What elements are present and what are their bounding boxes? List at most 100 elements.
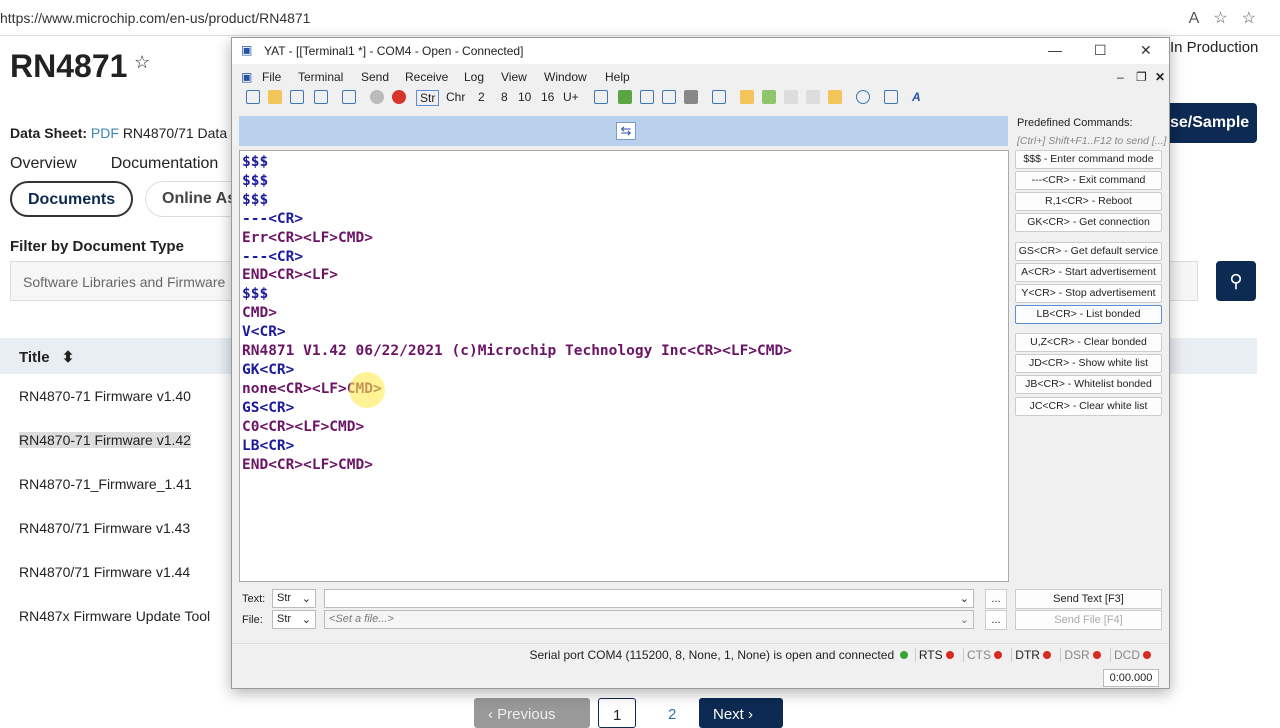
predefined-command-button[interactable]: GK<CR> - Get connection: [1015, 213, 1162, 232]
file-input[interactable]: <Set a file...> ⌄: [324, 610, 974, 629]
pill-documents[interactable]: Documents: [10, 181, 134, 217]
rts-signal[interactable]: RTS: [914, 648, 960, 662]
search-button[interactable]: ⚲: [1216, 261, 1256, 301]
open-port-icon[interactable]: [370, 90, 384, 104]
terminal-line: ---<CR>: [242, 210, 304, 227]
log-folder-icon[interactable]: [828, 90, 842, 104]
table-row[interactable]: RN4870-71 Firmware v1.42: [19, 432, 191, 448]
menu-receive[interactable]: Receive: [405, 70, 448, 84]
swap-icon[interactable]: ⇆: [616, 122, 636, 140]
predefined-command-button[interactable]: Y<CR> - Stop advertisement: [1015, 284, 1162, 303]
terminal-line: $$$: [242, 154, 269, 170]
previous-button[interactable]: ‹ Previous: [474, 698, 590, 728]
favorite-icon[interactable]: ☆: [1213, 10, 1241, 27]
view-icon[interactable]: [594, 90, 608, 104]
radix-unicode[interactable]: U+: [563, 90, 579, 104]
favorites-icon[interactable]: ☆: [1242, 10, 1270, 27]
child-minimize-icon[interactable]: –: [1117, 70, 1124, 84]
menu-view[interactable]: View: [501, 70, 527, 84]
predefined-command-button[interactable]: GS<CR> - Get default service: [1015, 242, 1162, 261]
table-row[interactable]: RN4870/71 Firmware v1.43: [19, 520, 190, 536]
predefined-command-button[interactable]: JC<CR> - Clear white list: [1015, 397, 1162, 416]
radix-8[interactable]: 8: [501, 90, 508, 104]
close-icon[interactable]: ✕: [1140, 42, 1152, 59]
next-button[interactable]: Next ›: [699, 698, 783, 728]
page-1-button[interactable]: 1: [598, 698, 637, 728]
font-icon[interactable]: A: [912, 90, 921, 104]
predefined-command-button[interactable]: U,Z<CR> - Clear bonded: [1015, 333, 1162, 352]
radix-str[interactable]: Str: [416, 90, 440, 106]
menu-window[interactable]: Window: [544, 70, 587, 84]
pdf-link[interactable]: PDF: [91, 125, 119, 141]
predefined-command-button[interactable]: JD<CR> - Show white list: [1015, 354, 1162, 373]
table-row[interactable]: RN4870-71 Firmware v1.40: [19, 388, 191, 404]
send-text-input[interactable]: ⌄: [324, 589, 974, 608]
minimize-icon[interactable]: —: [1048, 42, 1062, 58]
log-off-icon[interactable]: [784, 90, 798, 104]
table-row[interactable]: RN487x Firmware Update Tool: [19, 608, 210, 624]
find-icon[interactable]: [712, 90, 726, 104]
page-tabs: Overview Documentation: [10, 155, 252, 173]
table-row[interactable]: RN4870/71 Firmware v1.44: [19, 564, 190, 580]
file-browse-button[interactable]: ...: [985, 610, 1007, 630]
monitor-icon[interactable]: [884, 90, 898, 104]
terminal-line: V<CR>: [242, 324, 286, 341]
buy-sample-button[interactable]: se/Sample: [1170, 103, 1257, 143]
radix-chr[interactable]: Chr: [446, 90, 465, 104]
refresh-icon[interactable]: [618, 90, 632, 104]
copy-icon[interactable]: [640, 90, 654, 104]
predefined-command-button[interactable]: JB<CR> - Whitelist bonded: [1015, 375, 1162, 394]
predefined-command-button[interactable]: ---<CR> - Exit command: [1015, 171, 1162, 190]
log-on-icon[interactable]: [762, 90, 776, 104]
menu-log[interactable]: Log: [464, 70, 484, 84]
child-restore-icon[interactable]: ❐: [1136, 70, 1147, 84]
terminal-line: CMD>: [242, 305, 277, 322]
send-file-button[interactable]: Send File [F4]: [1015, 610, 1162, 630]
new-terminal-icon[interactable]: [246, 90, 260, 104]
predefined-label: Predefined Commands:: [1017, 117, 1133, 129]
radix-16[interactable]: 16: [541, 90, 554, 104]
predefined-command-button[interactable]: A<CR> - Start advertisement: [1015, 263, 1162, 282]
tab-documentation[interactable]: Documentation: [111, 155, 219, 172]
terminal-output[interactable]: $$$ $$$ $$$ ---<CR> Err<CR><LF>CMD> ---<CR> EN…: [239, 150, 1009, 582]
open-icon[interactable]: [268, 90, 282, 104]
text-mode-select[interactable]: Str ⌄: [272, 589, 316, 608]
datasheet-link[interactable]: RN4870/71 Data: [123, 125, 227, 141]
log-edit-icon[interactable]: [740, 90, 754, 104]
radix-2[interactable]: 2: [478, 90, 485, 104]
child-close-icon[interactable]: ✕: [1155, 70, 1165, 84]
save-icon[interactable]: [290, 90, 304, 104]
radix-10[interactable]: 10: [518, 90, 531, 104]
predefined-command-button[interactable]: $$$ - Enter command mode: [1015, 150, 1162, 169]
send-text-button[interactable]: Send Text [F3]: [1015, 589, 1162, 609]
page-2-button[interactable]: 2: [654, 698, 690, 728]
sort-icon[interactable]: ⬍: [62, 349, 75, 366]
next-label: Next: [713, 706, 744, 723]
table-row[interactable]: RN4870-71_Firmware_1.41: [19, 476, 192, 492]
read-aloud-icon[interactable]: A: [1189, 10, 1214, 27]
comment-icon[interactable]: [856, 90, 870, 104]
predefined-command-button[interactable]: LB<CR> - List bonded: [1015, 305, 1162, 324]
print-icon[interactable]: [684, 90, 698, 104]
text-browse-button[interactable]: ...: [985, 589, 1007, 609]
address-bar[interactable]: https://www.microchip.com/en-us/product/…: [0, 0, 1280, 36]
datasheet: Data Sheet: PDF RN4870/71 Data: [10, 125, 227, 141]
file-mode-select[interactable]: Str ⌄: [272, 610, 316, 629]
maximize-icon[interactable]: ☐: [1094, 42, 1107, 59]
save-to-file-icon[interactable]: [662, 90, 676, 104]
menu-terminal[interactable]: Terminal: [298, 70, 343, 84]
terminal-line: RN4871 V1.42 06/22/2021 (c)Microchip Tec…: [242, 343, 792, 360]
log-clear-icon[interactable]: [806, 90, 820, 104]
tab-overview[interactable]: Overview: [10, 155, 77, 172]
terminal-line: C0<CR><LF>CMD>: [242, 418, 365, 435]
save-all-icon[interactable]: [314, 90, 328, 104]
settings-icon[interactable]: [342, 90, 356, 104]
menu-file[interactable]: File: [262, 70, 281, 84]
dtr-signal[interactable]: DTR: [1011, 648, 1057, 662]
terminal-header: ⇆: [239, 116, 1008, 146]
predefined-command-button[interactable]: R,1<CR> - Reboot: [1015, 192, 1162, 211]
star-icon[interactable]: ☆: [134, 52, 150, 73]
menu-send[interactable]: Send: [361, 70, 389, 84]
close-port-icon[interactable]: [392, 90, 406, 104]
menu-help[interactable]: Help: [605, 70, 630, 84]
